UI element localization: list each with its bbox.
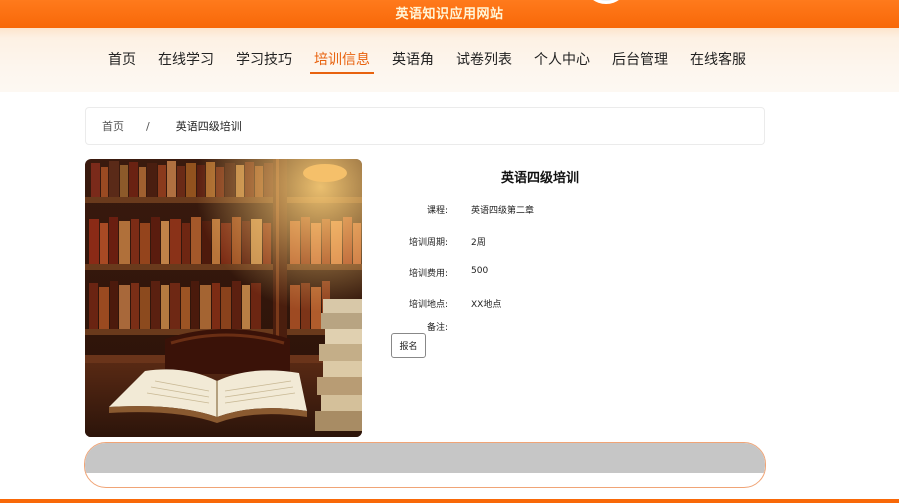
breadcrumb: 首页 / 英语四级培训 [85,107,765,145]
period-label: 培训周期: [408,238,448,248]
bottom-content-bar [84,442,766,488]
nav-items: 首页 在线学习 学习技巧 培训信息 英语角 试卷列表 个人中心 后台管理 在线客… [97,50,757,74]
course-label: 课程: [426,206,448,216]
breadcrumb-separator: / [146,119,150,133]
training-image [85,159,362,437]
training-title: 英语四级培训 [500,171,579,186]
site-title: 英语知识应用网站 [395,6,504,22]
site-logo [586,0,626,4]
nav-item-home[interactable]: 首页 [97,50,147,74]
location-value: XX地点 [471,300,502,310]
nav-item-english-corner[interactable]: 英语角 [381,50,445,74]
nav-item-online-learning[interactable]: 在线学习 [147,50,225,74]
site-header: 英语知识应用网站 [0,0,899,28]
location-label: 培训地点: [408,300,448,310]
course-value: 英语四级第二章 [471,206,535,216]
period-value: 2周 [471,238,486,248]
nav-item-personal-center[interactable]: 个人中心 [523,50,601,74]
fee-label: 培训费用: [408,269,448,279]
bottom-bar-fill [85,443,765,473]
remark-label: 备注: [426,323,448,333]
fee-value: 500 [471,266,489,276]
nav-item-training-info[interactable]: 培训信息 [303,50,381,74]
signup-button[interactable]: 报名 [391,333,426,358]
footer-strip [0,499,899,503]
breadcrumb-current: 英语四级培训 [175,120,242,133]
nav-item-exam-list[interactable]: 试卷列表 [445,50,523,74]
nav-item-customer-service[interactable]: 在线客服 [679,50,757,74]
nav-item-study-tips[interactable]: 学习技巧 [225,50,303,74]
nav-item-admin[interactable]: 后台管理 [601,50,679,74]
breadcrumb-home-link[interactable]: 首页 [102,118,124,134]
main-nav: 首页 在线学习 学习技巧 培训信息 英语角 试卷列表 个人中心 后台管理 在线客… [0,28,899,92]
